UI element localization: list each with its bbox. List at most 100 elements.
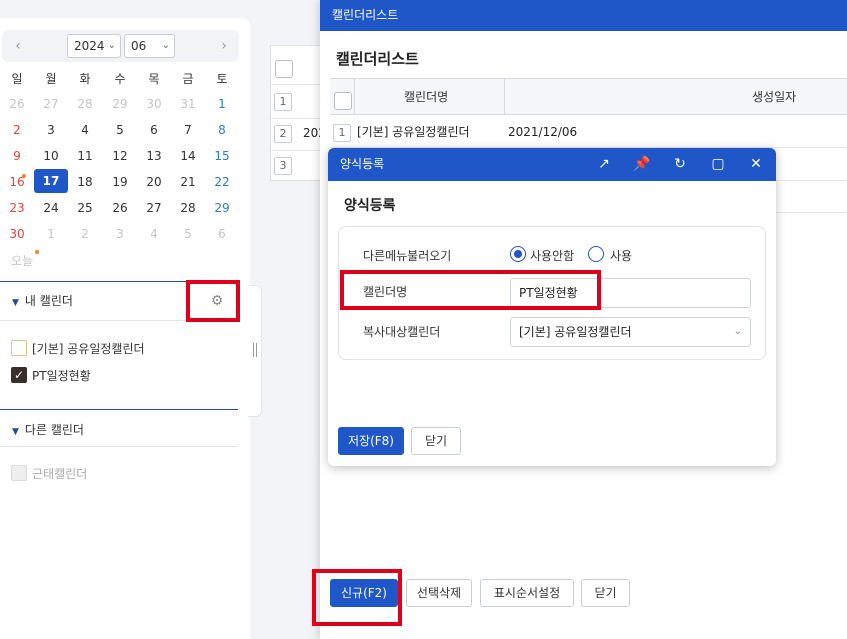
calendar-day[interactable]: 1 xyxy=(207,93,237,115)
calendar-item-label: PT일정현황 xyxy=(32,369,91,383)
calendar-day[interactable]: 13 xyxy=(139,145,169,167)
column-header-name[interactable]: 캘린더명 xyxy=(404,79,448,115)
calendar-day[interactable]: 4 xyxy=(139,223,169,245)
pin-icon[interactable]: 📌 xyxy=(633,155,651,173)
close-button[interactable]: 닫기 xyxy=(581,579,630,607)
calendar-week: 26 27 28 29 30 31 1 xyxy=(0,93,240,119)
calendar-day[interactable]: 27 xyxy=(139,197,169,219)
calendar-day[interactable]: 11 xyxy=(70,145,100,167)
calendar-sidebar: ‹ 2024 ⌄ 06 ⌄ › 일 월 화 수 목 금 토 26 27 28 2… xyxy=(0,18,250,639)
calendar-day[interactable]: 12 xyxy=(105,145,135,167)
calendar-day[interactable]: 15 xyxy=(207,145,237,167)
other-calendars-toggle[interactable]: ▼ 다른 캘린더 xyxy=(12,421,84,438)
calendar-day[interactable]: 4 xyxy=(70,119,100,141)
dialog-title-bar: 양식등록 ↗ 📌 ↻ ▢ ✕ xyxy=(328,148,776,181)
calendar-checkbox-shared[interactable] xyxy=(11,340,27,356)
month-select[interactable]: 06 ⌄ xyxy=(124,34,175,58)
calendar-day[interactable]: 21 xyxy=(173,171,203,193)
calendar-week: 9 10 11 12 13 14 15 xyxy=(0,145,240,171)
calendar-day[interactable]: 26 xyxy=(105,197,135,219)
row-number: 1 xyxy=(333,124,351,142)
weekday-label: 토 xyxy=(216,72,228,86)
delete-selected-button[interactable]: 선택삭제 xyxy=(406,579,472,607)
my-calendars-title: 내 캘린더 xyxy=(24,294,73,308)
close-icon[interactable]: ✕ xyxy=(747,155,765,173)
table-row[interactable]: 1 [기본] 공유일정캘린더 2021/12/06 xyxy=(330,116,847,148)
external-link-icon[interactable]: ↗ xyxy=(595,155,613,173)
maximize-icon[interactable]: ▢ xyxy=(709,155,727,173)
cell-calendar-name: [기본] 공유일정캘린더 xyxy=(357,125,470,139)
calendar-week: 23 24 25 26 27 28 29 xyxy=(0,197,240,223)
chevron-down-icon: ⌄ xyxy=(107,40,116,51)
calendar-day[interactable]: 14 xyxy=(173,145,203,167)
other-calendars-title: 다른 캘린더 xyxy=(24,423,84,437)
calendar-day[interactable]: 1 xyxy=(36,223,66,245)
calendar-day[interactable]: 28 xyxy=(70,93,100,115)
calendar-day[interactable]: 5 xyxy=(105,119,135,141)
column-header-date[interactable]: 생성일자 xyxy=(752,79,796,115)
dialog-heading: 양식등록 xyxy=(344,198,396,214)
calendar-day[interactable]: 3 xyxy=(105,223,135,245)
calendar-day[interactable]: 29 xyxy=(105,93,135,115)
row-number: 3 xyxy=(274,157,292,175)
dialog-close-button[interactable]: 닫기 xyxy=(411,427,461,455)
row-number: 2 xyxy=(274,125,292,143)
calendar-day[interactable]: 29 xyxy=(207,197,237,219)
weekday-label: 목 xyxy=(148,72,160,86)
calendar-day[interactable]: 30 xyxy=(139,93,169,115)
calendar-day[interactable]: 25 xyxy=(70,197,100,219)
refresh-icon[interactable]: ↻ xyxy=(671,155,689,173)
calendar-day[interactable]: 6 xyxy=(207,223,237,245)
resize-handle[interactable] xyxy=(253,343,257,357)
select-all-checkbox[interactable] xyxy=(275,60,293,78)
calendar-day[interactable]: 16 xyxy=(2,171,32,193)
save-button[interactable]: 저장(F8) xyxy=(338,427,404,455)
select-all-checkbox[interactable] xyxy=(334,92,352,110)
copy-target-calendar-select[interactable]: [기본] 공유일정캘린더 ⌄ xyxy=(510,317,751,347)
radio-not-used[interactable] xyxy=(510,246,526,262)
radio-used-label: 사용 xyxy=(610,249,633,263)
calendar-day[interactable]: 24 xyxy=(36,197,66,219)
calendar-day[interactable]: 27 xyxy=(36,93,66,115)
calendar-day[interactable]: 18 xyxy=(70,171,100,193)
calendar-day[interactable]: 28 xyxy=(173,197,203,219)
radio-used[interactable] xyxy=(588,246,604,262)
calendar-day[interactable]: 31 xyxy=(173,93,203,115)
display-order-button[interactable]: 표시순서설정 xyxy=(480,579,574,607)
year-select[interactable]: 2024 ⌄ xyxy=(67,34,121,58)
calendar-day[interactable]: 10 xyxy=(36,145,66,167)
highlight-box xyxy=(186,280,240,322)
calendar-day[interactable]: 3 xyxy=(36,119,66,141)
weekday-label: 화 xyxy=(79,72,91,86)
cell-created-date: 2021/12/06 xyxy=(508,125,578,139)
calendar-day[interactable]: 2 xyxy=(70,223,100,245)
calendar-day[interactable]: 20 xyxy=(139,171,169,193)
load-other-menu-label: 다른메뉴불러오기 xyxy=(363,249,452,263)
highlight-box xyxy=(312,569,402,626)
calendar-day[interactable]: 5 xyxy=(173,223,203,245)
chevron-right-icon[interactable]: › xyxy=(214,36,234,56)
today-link[interactable]: 오늘 xyxy=(2,250,38,272)
my-calendars-toggle[interactable]: ▼ 내 캘린더 xyxy=(12,292,73,309)
calendar-day[interactable]: 2 xyxy=(2,119,32,141)
calendar-week: 16 17 18 19 20 21 22 xyxy=(0,169,240,197)
calendar-checkbox-pt[interactable]: ✓ xyxy=(11,367,27,383)
calendar-week: 30 1 2 3 4 5 6 xyxy=(0,223,240,249)
calendar-day[interactable]: 23 xyxy=(2,197,32,219)
calendar-day[interactable]: 19 xyxy=(105,171,135,193)
copy-target-calendar-label: 복사대상캘린더 xyxy=(363,325,441,339)
calendar-day[interactable]: 30 xyxy=(2,223,32,245)
calendar-day[interactable]: 6 xyxy=(139,119,169,141)
calendar-day[interactable]: 22 xyxy=(207,171,237,193)
calendar-day[interactable]: 26 xyxy=(2,93,32,115)
calendar-day[interactable]: 7 xyxy=(173,119,203,141)
calendar-checkbox-attendance[interactable] xyxy=(11,465,27,481)
chevron-left-icon[interactable]: ‹ xyxy=(8,36,28,56)
calendar-day[interactable]: 9 xyxy=(2,145,32,167)
calendar-day[interactable]: 8 xyxy=(207,119,237,141)
mini-calendar-header: ‹ 2024 ⌄ 06 ⌄ › xyxy=(2,30,239,62)
highlight-box xyxy=(340,270,601,310)
calendar-day-today[interactable]: 17 xyxy=(34,169,68,193)
section-divider xyxy=(0,409,238,410)
chevron-down-icon: ⌄ xyxy=(733,326,742,337)
